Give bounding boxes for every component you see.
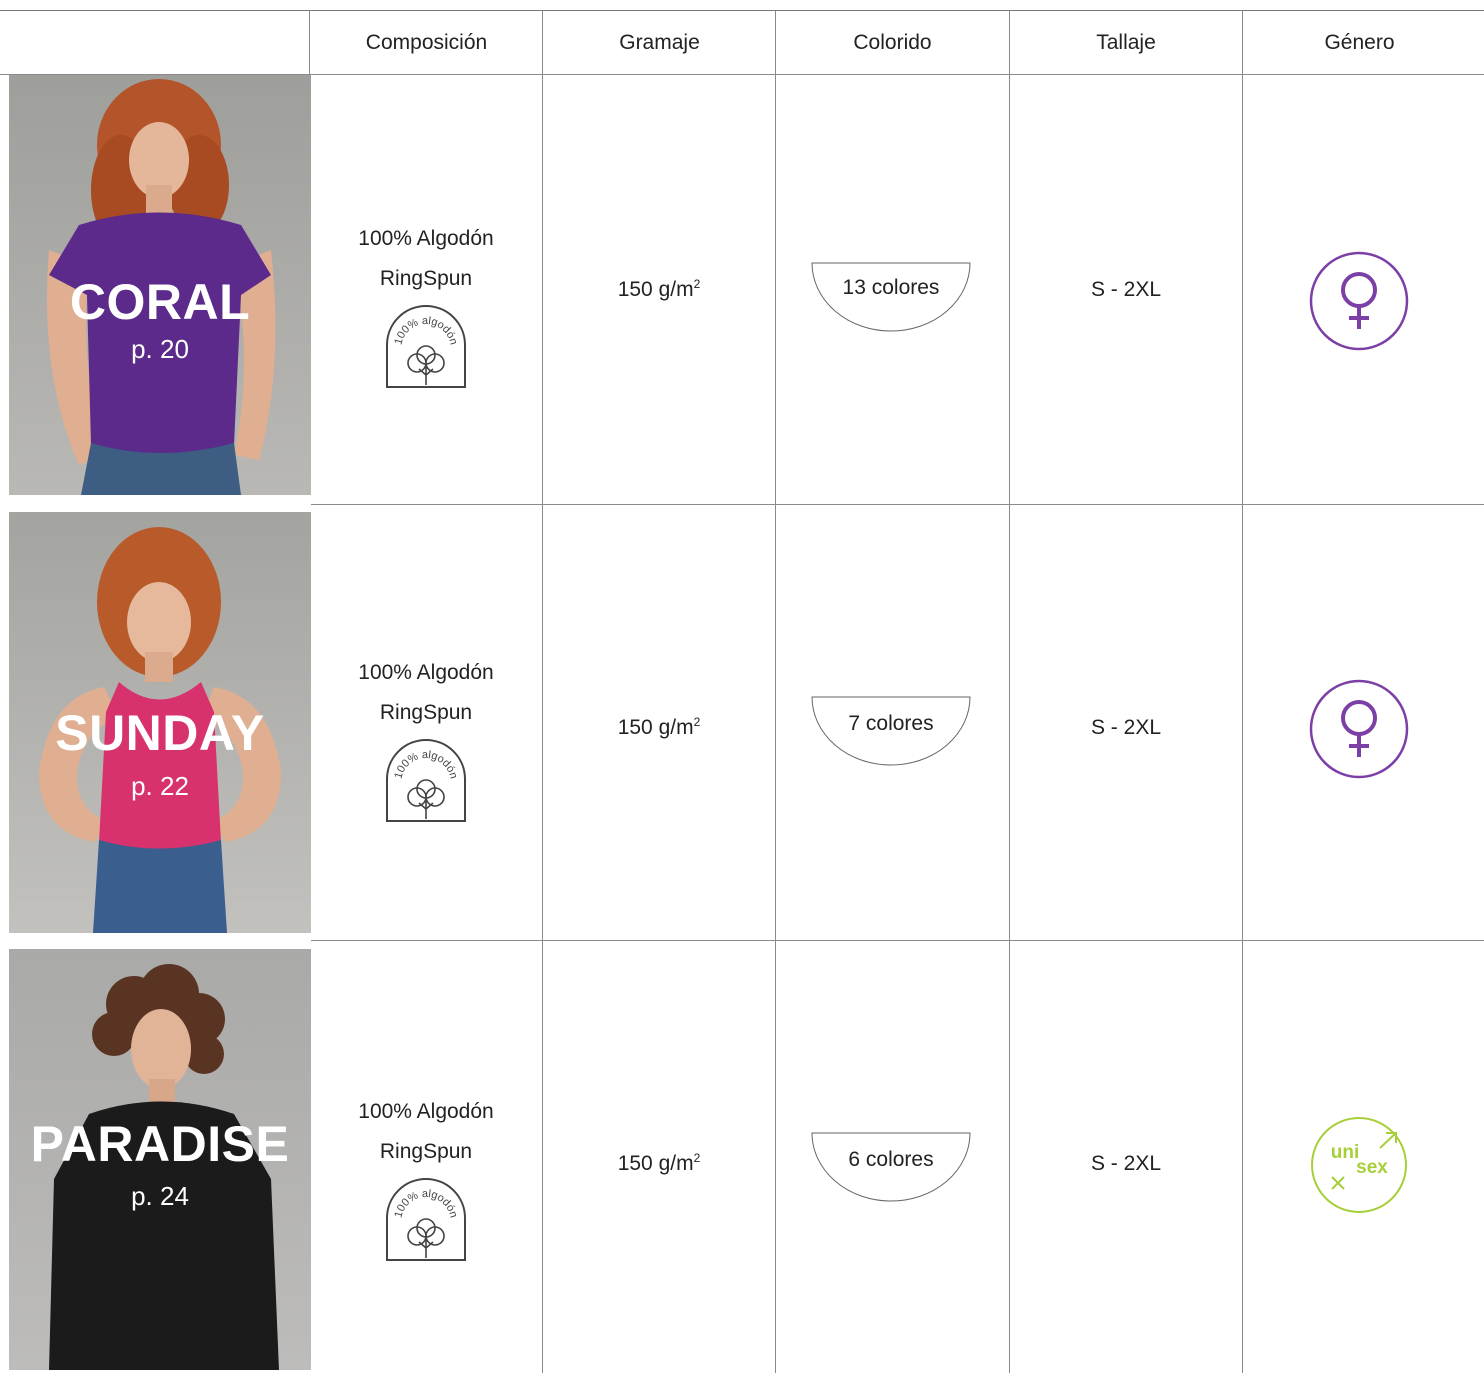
- composition-text: 100% Algodón: [358, 1100, 494, 1123]
- weight-exponent: 2: [693, 277, 701, 291]
- svg-text:100% algodón: 100% algodón: [392, 315, 459, 346]
- size-cell: S - 2XL: [1010, 75, 1242, 505]
- header-gramaje: Gramaje: [619, 31, 700, 54]
- cotton-badge-icon: 100% algodón: [386, 1178, 466, 1261]
- composition-text: RingSpun: [379, 267, 473, 290]
- composition-text: 100% Algodón: [358, 660, 494, 684]
- product-photo-sunday: SUNDAY p. 22: [9, 512, 311, 933]
- size-cell: S - 2XL: [1010, 505, 1242, 950]
- badge-text: 100% algodón: [392, 1188, 459, 1219]
- female-symbol-icon: [1309, 251, 1409, 351]
- header-colorido: Colorido: [853, 31, 932, 54]
- weight-cell: 150 g/m2: [543, 941, 775, 1387]
- size-range: S - 2XL: [1090, 278, 1162, 301]
- composition-cell: 100% Algodón RingSpun 100% algodón: [310, 75, 542, 505]
- product-page: p. 22: [131, 771, 189, 801]
- header-tallaje: Tallaje: [1096, 31, 1156, 54]
- size-cell: S - 2XL: [1010, 941, 1242, 1387]
- composition-text: RingSpun: [379, 700, 473, 724]
- size-range: S - 2XL: [1090, 1152, 1162, 1175]
- grid-line: [775, 11, 776, 1373]
- badge-text: 100% algodón: [392, 315, 459, 346]
- color-count: 6 colores: [848, 1148, 934, 1171]
- color-count: 13 colores: [842, 276, 940, 299]
- cotton-badge-icon: 100% algodón: [386, 738, 466, 822]
- svg-text:100% algodón: 100% algodón: [392, 748, 459, 779]
- composition-text: 100% Algodón: [358, 227, 494, 250]
- product-page: p. 20: [131, 334, 189, 364]
- product-name: CORAL: [69, 274, 251, 330]
- grid-line: [1242, 11, 1243, 1373]
- product-photo-coral: CORAL p. 20: [9, 75, 311, 495]
- header-genero: Género: [1324, 31, 1395, 54]
- unisex-icon: uni sex: [1311, 1117, 1407, 1213]
- composition-text: RingSpun: [379, 1140, 473, 1163]
- weight-cell: 150 g/m2: [543, 75, 775, 505]
- grid-line: [309, 11, 310, 75]
- weight-value: 150 g/m: [617, 715, 694, 739]
- weight-exponent: 2: [693, 714, 701, 729]
- size-range: S - 2XL: [1090, 715, 1162, 739]
- product-photo-paradise: PARADISE p. 24: [9, 949, 311, 1370]
- badge-text: 100% algodón: [392, 748, 459, 779]
- color-count: 7 colores: [848, 712, 934, 735]
- unisex-label: sex: [1356, 1157, 1388, 1178]
- product-page: p. 24: [131, 1181, 189, 1211]
- product-name: PARADISE: [30, 1116, 290, 1172]
- composition-cell: 100% Algodón RingSpun 100% algodón: [310, 941, 542, 1373]
- svg-text:100% algodón: 100% algodón: [392, 1188, 459, 1219]
- composition-cell: 100% Algodón RingSpun 100% algodón: [310, 505, 542, 940]
- product-name: SUNDAY: [55, 705, 265, 761]
- weight-value: 150 g/m: [617, 278, 694, 301]
- weight-cell: 150 g/m2: [543, 505, 775, 950]
- header-composicion: Composición: [365, 31, 488, 54]
- weight-exponent: 2: [693, 1151, 701, 1165]
- female-symbol-icon: [1309, 679, 1409, 779]
- unisex-label: uni: [1331, 1142, 1360, 1163]
- cotton-badge-icon: 100% algodón: [386, 305, 466, 388]
- weight-value: 150 g/m: [617, 1152, 694, 1175]
